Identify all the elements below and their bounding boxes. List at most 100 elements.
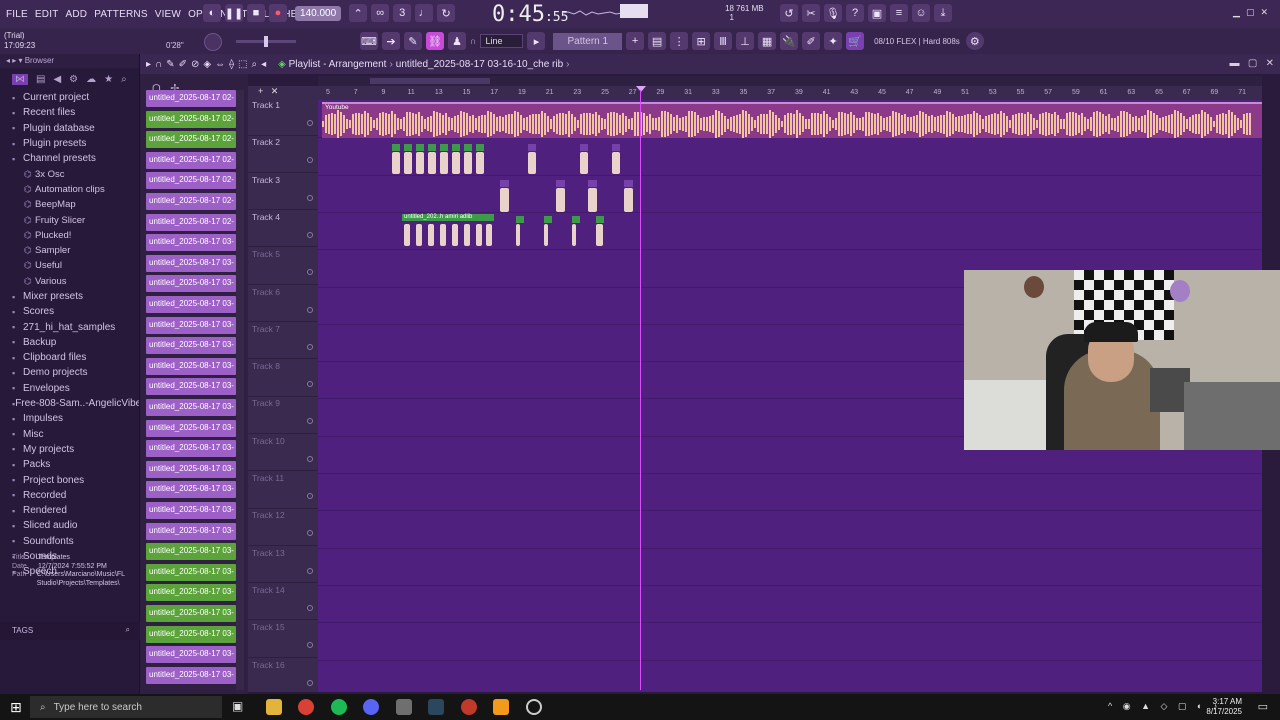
channel-clip[interactable]: untitled_2025-08-17 03- (146, 357, 236, 375)
pattern-song-toggle[interactable]: ◐ (203, 4, 221, 22)
slip-icon[interactable]: ⇔ (215, 59, 225, 70)
pattern-clip[interactable] (452, 152, 460, 174)
pattern-clip[interactable] (440, 224, 446, 246)
track-mute-led[interactable] (307, 194, 313, 201)
plug-icon[interactable]: 🔌 (780, 32, 799, 50)
track-header[interactable]: Track 10 (248, 434, 318, 472)
download-icon[interactable]: ⤓ (934, 4, 952, 22)
browser-item[interactable]: ▪ Packs (0, 457, 139, 472)
pattern-clip[interactable] (416, 224, 422, 246)
pattern-clip[interactable] (528, 152, 536, 174)
pattern-clip[interactable] (612, 152, 620, 174)
pattern-clip[interactable] (428, 224, 434, 246)
channel-clip[interactable]: untitled_2025-08-17 03- (146, 563, 236, 581)
gear-small-icon[interactable]: ⚙ (69, 74, 78, 85)
channel-clip[interactable]: untitled_2025-08-17 02- (146, 90, 236, 107)
channel-clip[interactable]: untitled_2025-08-17 03- (146, 254, 236, 272)
browser-item[interactable]: ▪ Recent files (0, 105, 139, 120)
browser-item[interactable]: ▪ Plugin presets (0, 136, 139, 151)
browser-item[interactable]: ▪ Channel presets (0, 151, 139, 166)
pattern-clip[interactable] (486, 224, 492, 246)
arrows-icon[interactable]: ◂ ▸ ▾ (6, 56, 25, 65)
browser-item[interactable]: ⌬ 3x Osc (0, 166, 139, 181)
master-pitch-slider[interactable] (236, 36, 296, 47)
tray-icons[interactable]: ^ ◉ ▲ ◇ ▢ ◐ ♪ (1108, 701, 1221, 712)
pattern-clip[interactable] (500, 188, 509, 212)
mic-icon[interactable]: 🎙 (824, 4, 842, 22)
channel-clip[interactable]: untitled_2025-08-17 03- (146, 399, 236, 416)
blend-notes-icon[interactable]: ♩ (415, 4, 434, 22)
browser-item[interactable]: ▪ Recorded (0, 488, 139, 503)
taskbar-search[interactable]: ⌕ Type here to search (30, 696, 222, 718)
pattern-clip[interactable] (516, 224, 520, 246)
track-header[interactable]: Track 4 (248, 210, 318, 248)
pattern-clip[interactable] (440, 152, 448, 174)
track-header[interactable]: Track 5 (248, 247, 318, 285)
browser-item[interactable]: ▪ Envelopes (0, 381, 139, 396)
browser-item[interactable]: ▪ My projects (0, 442, 139, 457)
track-mute-led[interactable] (307, 604, 313, 611)
pattern-clip-header[interactable] (588, 180, 597, 187)
metronome-icon[interactable]: ⌃ (349, 4, 368, 22)
track-header[interactable]: Track 12 (248, 508, 318, 546)
pattern-clip-header[interactable] (516, 216, 524, 223)
channel-clip[interactable]: untitled_2025-08-17 03- (146, 234, 236, 252)
track-mute-led[interactable] (307, 567, 313, 574)
track-mute-led[interactable] (307, 679, 313, 686)
browser-item[interactable]: ▪ Misc (0, 427, 139, 442)
draw-icon[interactable]: ✎ (166, 59, 174, 70)
steam-icon[interactable] (428, 699, 444, 715)
browser-item[interactable]: ▪ Impulses (0, 411, 139, 426)
paint-icon[interactable]: ✐ (179, 59, 187, 70)
browser-item[interactable]: ⌬ Sampler (0, 243, 139, 258)
stamp-icon[interactable]: ♟ (448, 32, 466, 50)
file-explorer-icon[interactable] (266, 699, 282, 715)
pattern-clip[interactable] (428, 152, 436, 174)
file-icon[interactable]: ▤ (36, 74, 45, 85)
obs-icon[interactable] (461, 699, 477, 715)
pattern-clip[interactable] (416, 152, 424, 174)
piano-roll-icon[interactable]: Ⅲ (714, 32, 733, 50)
track-mute-led[interactable] (307, 306, 313, 313)
track-header[interactable]: Track 15 (248, 620, 318, 658)
mixer-view-icon[interactable]: ⊞ (692, 32, 711, 50)
browser-item[interactable]: ▪ Plugin database (0, 121, 139, 136)
channel-clip[interactable]: untitled_2025-08-17 02- (146, 151, 236, 169)
track-header[interactable]: Track 16 (248, 658, 318, 695)
delete-icon[interactable]: ⊘ (191, 59, 199, 70)
menu-add[interactable]: ADD (64, 9, 90, 20)
channel-clip[interactable]: untitled_2025-08-17 03- (146, 316, 236, 334)
channel-clip[interactable]: untitled_2025-08-17 02- (146, 131, 236, 149)
pattern-clip-header[interactable] (572, 216, 580, 223)
browser-item[interactable]: ⌬ Various (0, 274, 139, 289)
app-window-controls[interactable]: ▁▢✕ (1233, 7, 1274, 18)
browser-item[interactable]: ▪ Free-808-Sam..-AngelicVibes (0, 396, 139, 411)
channel-clip[interactable]: untitled_2025-08-17 02- (146, 213, 236, 231)
channel-clip[interactable]: untitled_2025-08-17 03- (146, 460, 236, 478)
mixer-icon[interactable]: ≡ (890, 4, 908, 22)
pattern-clip-header[interactable] (416, 144, 424, 151)
track-header[interactable]: Track 13 (248, 546, 318, 584)
wait-icon[interactable]: ∞ (371, 4, 390, 22)
cloud-icon[interactable]: ☁ (86, 74, 96, 85)
pattern-clip[interactable] (404, 152, 412, 174)
record-button[interactable]: ● (269, 4, 287, 22)
pattern-clip-header[interactable] (596, 216, 604, 223)
speaker-icon[interactable]: ◀ (53, 74, 61, 85)
pattern-clip-header[interactable] (624, 180, 633, 187)
pattern-clip-label[interactable]: untitled_202..h amiri adlib (402, 214, 494, 221)
menu-file[interactable]: FILE (4, 9, 30, 20)
pattern-clip[interactable] (544, 224, 548, 246)
pattern-clip-header[interactable] (580, 144, 588, 151)
pattern-clip-header[interactable] (544, 216, 552, 223)
pattern-clip[interactable] (556, 188, 565, 212)
browser-item[interactable]: ▪ Rendered (0, 503, 139, 518)
browser-item[interactable]: ▪ 271_hi_hat_samples (0, 319, 139, 334)
channel-clip[interactable]: untitled_2025-08-17 03- (146, 275, 236, 293)
pattern-clip[interactable] (572, 224, 576, 246)
keyboard-icon[interactable]: ⌨ (360, 32, 378, 50)
taskbar-clock[interactable]: 3:17 AM 8/17/2025 (1206, 697, 1242, 717)
search-tags-icon[interactable]: ⌕ (126, 625, 130, 635)
menu-edit[interactable]: EDIT (33, 9, 61, 20)
select-icon[interactable]: ⬚ (238, 59, 247, 70)
